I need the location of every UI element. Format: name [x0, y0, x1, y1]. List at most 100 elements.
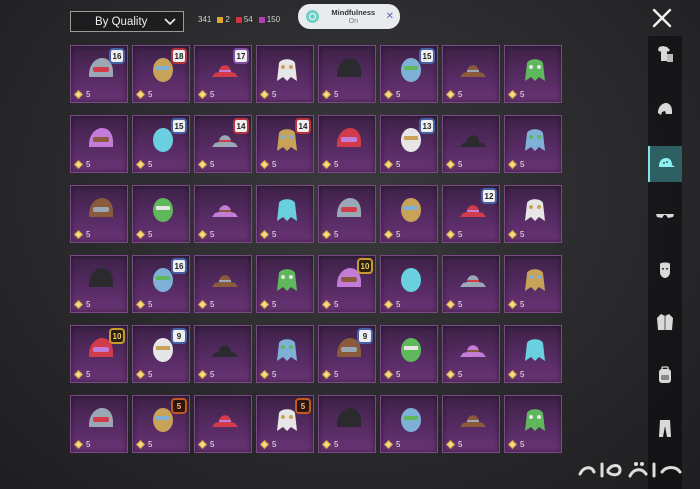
- inventory-item[interactable]: 14 5: [256, 115, 314, 173]
- pink-cap-icon: [89, 268, 113, 287]
- inventory-item[interactable]: 10 5: [318, 255, 376, 313]
- item-quantity: 5: [74, 160, 90, 169]
- inventory-item[interactable]: 5: [504, 115, 562, 173]
- inventory-item[interactable]: 5: [194, 395, 252, 453]
- close-icon[interactable]: [651, 7, 673, 29]
- mindfulness-notification[interactable]: Mindfulness On ✕: [298, 4, 400, 29]
- dark-hood-icon: [337, 58, 361, 77]
- inventory-item[interactable]: 5: [256, 185, 314, 243]
- inventory-item[interactable]: 5: [442, 255, 500, 313]
- inventory-item[interactable]: 18 5: [132, 45, 190, 103]
- level-badge: 17: [233, 48, 249, 64]
- level-badge: 18: [171, 48, 187, 64]
- mindfulness-icon: [306, 10, 319, 23]
- category-outfit[interactable]: [648, 36, 682, 72]
- cowboy-hat-icon: [460, 415, 486, 427]
- inventory-item[interactable]: 5: [70, 185, 128, 243]
- inventory-item[interactable]: 55: [132, 395, 190, 453]
- category-mask[interactable]: [648, 252, 682, 288]
- inventory-item[interactable]: 5: [380, 325, 438, 383]
- item-quantity: 5: [260, 230, 276, 239]
- inventory-item[interactable]: 5: [380, 185, 438, 243]
- item-quantity: 5: [508, 160, 524, 169]
- inventory-item[interactable]: 5: [318, 45, 376, 103]
- inventory-item[interactable]: 95: [132, 325, 190, 383]
- inventory-item[interactable]: 16 5: [70, 45, 128, 103]
- inventory-item[interactable]: 55: [256, 395, 314, 453]
- category-glasses[interactable]: [648, 198, 682, 234]
- quantity-value: 5: [210, 90, 215, 99]
- fedora-icon: [212, 345, 238, 357]
- inventory-item[interactable]: 95: [318, 325, 376, 383]
- inventory-item[interactable]: 16 5: [132, 255, 190, 313]
- inventory-item[interactable]: 5: [504, 325, 562, 383]
- bowler-hat-icon: [525, 409, 545, 431]
- quantity-value: 5: [272, 230, 277, 239]
- red-hat-icon: [89, 128, 113, 147]
- inventory-item[interactable]: 15 5: [380, 45, 438, 103]
- inventory-item[interactable]: 5: [442, 325, 500, 383]
- category-hat[interactable]: [648, 146, 682, 182]
- inventory-item[interactable]: 5: [318, 185, 376, 243]
- quantity-value: 5: [86, 440, 91, 449]
- inventory-item[interactable]: 5: [256, 45, 314, 103]
- inventory-item[interactable]: 12 5: [442, 185, 500, 243]
- gold-diamond-icon: [508, 160, 517, 169]
- gold-diamond-icon: [260, 440, 269, 449]
- item-quantity: 5: [198, 90, 214, 99]
- item-quantity: 5: [260, 300, 276, 309]
- inventory-item[interactable]: 5: [504, 185, 562, 243]
- inventory-item[interactable]: 5: [194, 185, 252, 243]
- gold-diamond-icon: [384, 230, 393, 239]
- category-helmet[interactable]: [648, 92, 682, 128]
- gold-diamond-icon: [508, 230, 517, 239]
- inventory-item[interactable]: 5: [442, 395, 500, 453]
- gold-diamond-icon: [446, 230, 455, 239]
- inventory-item[interactable]: 5: [318, 395, 376, 453]
- inventory-item[interactable]: 5: [442, 115, 500, 173]
- inventory-item[interactable]: 5: [504, 45, 562, 103]
- item-quantity: 5: [198, 440, 214, 449]
- inventory-item[interactable]: 5: [132, 185, 190, 243]
- gold-diamond-icon: [322, 90, 331, 99]
- inventory-item[interactable]: 5: [194, 325, 252, 383]
- gold-diamond-icon: [322, 440, 331, 449]
- inventory-item[interactable]: 14 5: [194, 115, 252, 173]
- inventory-item[interactable]: 5: [194, 255, 252, 313]
- inventory-item[interactable]: 5: [380, 395, 438, 453]
- inventory-item[interactable]: 5: [256, 325, 314, 383]
- inventory-item[interactable]: 5: [380, 255, 438, 313]
- legendary-count: 2: [217, 15, 230, 24]
- gold-diamond-icon: [198, 300, 207, 309]
- category-backpack[interactable]: [648, 357, 682, 393]
- level-badge: 16: [109, 48, 125, 64]
- quantity-value: 5: [210, 160, 215, 169]
- notification-close-icon[interactable]: ✕: [386, 11, 394, 22]
- item-quantity: 5: [322, 90, 338, 99]
- inventory-item[interactable]: 15 5: [132, 115, 190, 173]
- item-quantity: 5: [446, 160, 462, 169]
- inventory-item[interactable]: 5: [70, 255, 128, 313]
- level-badge: 16: [171, 258, 187, 274]
- category-jacket[interactable]: [648, 304, 682, 340]
- inventory-item[interactable]: 5: [504, 255, 562, 313]
- inventory-item[interactable]: 5: [70, 115, 128, 173]
- level-badge: 5: [295, 398, 311, 414]
- headband-icon: [460, 275, 486, 287]
- inventory-item[interactable]: 5: [442, 45, 500, 103]
- category-pants[interactable]: [648, 410, 682, 446]
- inventory-item[interactable]: 5: [256, 255, 314, 313]
- inventory-item[interactable]: 5: [318, 115, 376, 173]
- level-badge: 5: [171, 398, 187, 414]
- inventory-item[interactable]: 13 5: [380, 115, 438, 173]
- item-quantity: 5: [446, 370, 462, 379]
- quantity-value: 5: [458, 300, 463, 309]
- sort-dropdown[interactable]: By Quality: [70, 11, 184, 32]
- inventory-item[interactable]: 17 5: [194, 45, 252, 103]
- inventory-item[interactable]: 10 5: [70, 325, 128, 383]
- inventory-item[interactable]: 5: [504, 395, 562, 453]
- quantity-value: 5: [396, 370, 401, 379]
- inventory-item[interactable]: 5: [70, 395, 128, 453]
- green-monster-mask-icon: [337, 408, 361, 427]
- gold-diamond-icon: [508, 440, 517, 449]
